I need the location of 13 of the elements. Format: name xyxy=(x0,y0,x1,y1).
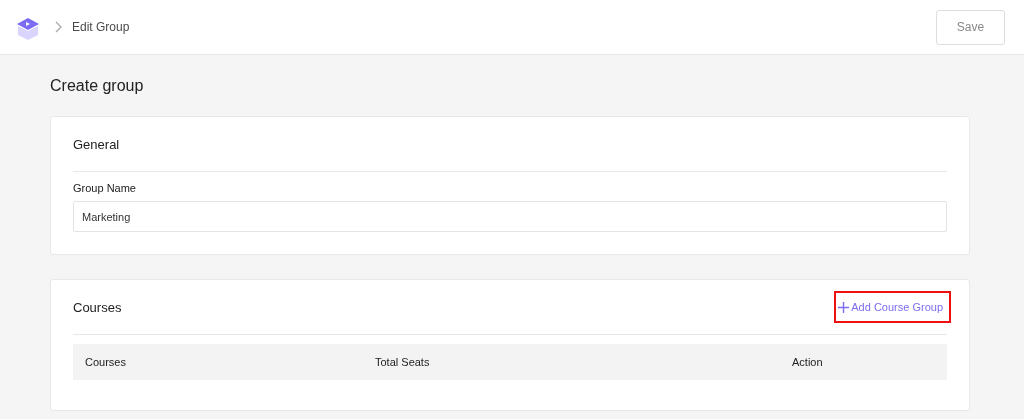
group-name-field[interactable]: Marketing xyxy=(73,201,947,232)
chevron-right-icon xyxy=(54,21,62,33)
field-label: Group Name xyxy=(73,182,137,194)
column-header: Action xyxy=(792,356,824,368)
page-title: Create group xyxy=(50,77,145,95)
breadcrumb: Edit Group xyxy=(72,20,130,34)
card-title: Courses xyxy=(73,299,122,315)
plus-icon xyxy=(838,301,850,313)
column-header: Courses xyxy=(85,356,127,368)
save-button[interactable]: Save xyxy=(936,9,1005,45)
card-title: General xyxy=(73,136,120,152)
column-header: Total Seats xyxy=(375,356,431,368)
add-course-group-button[interactable]: Add Course Group xyxy=(834,291,951,323)
